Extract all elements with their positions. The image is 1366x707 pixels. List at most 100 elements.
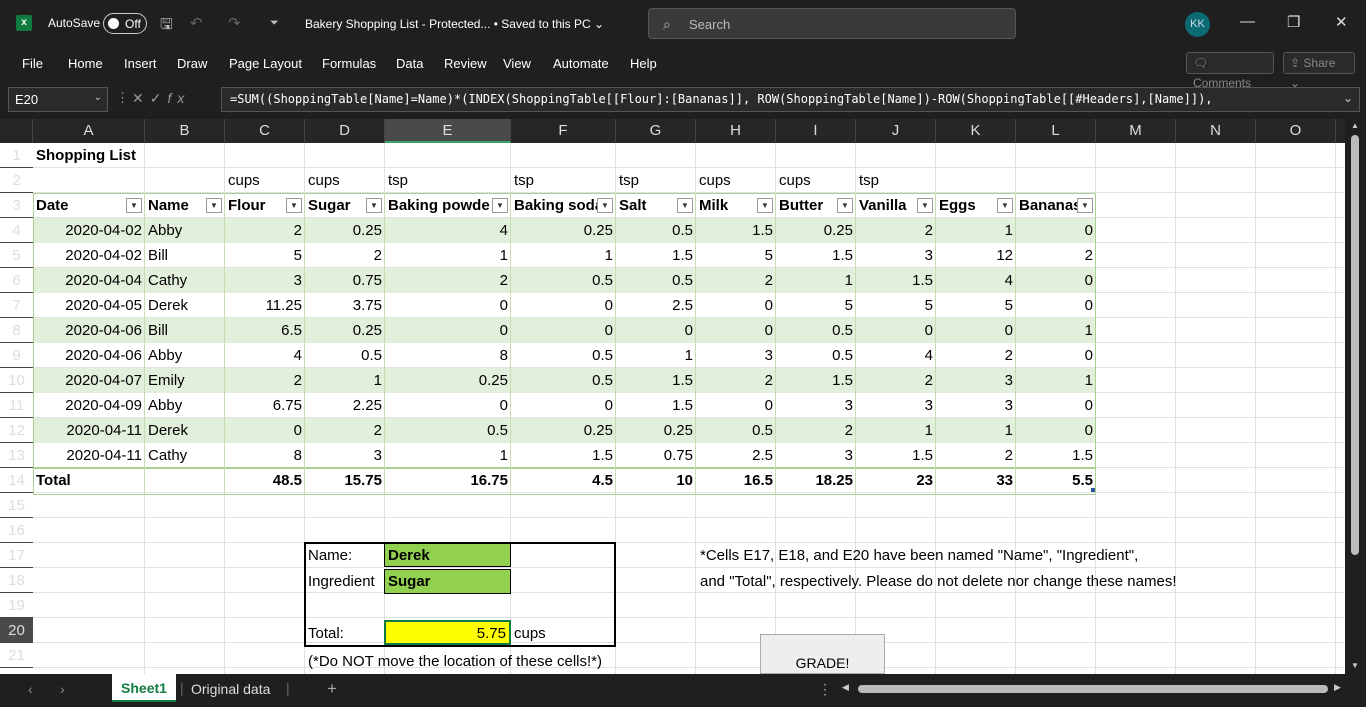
row-header-3[interactable]: 3 (0, 193, 33, 218)
table-cell[interactable]: 12 (936, 243, 1016, 268)
comments-button[interactable]: 🗨 Comments (1186, 52, 1274, 90)
table-cell[interactable]: 5 (856, 293, 936, 318)
scroll-right-icon[interactable]: ▶ (1334, 682, 1341, 693)
close-icon[interactable]: ✕ (1335, 13, 1348, 31)
table-cell[interactable]: 5 (936, 293, 1016, 318)
table-cell[interactable]: 2 (696, 268, 776, 293)
table-cell[interactable]: 3 (856, 243, 936, 268)
table-cell[interactable]: 0.25 (616, 418, 696, 443)
table-cell[interactable]: 0.5 (385, 418, 511, 443)
table-cell[interactable]: 1 (385, 243, 511, 268)
table-cell[interactable]: 2020-04-11 (33, 418, 145, 443)
table-cell[interactable]: 2020-04-02 (33, 218, 145, 243)
table-cell[interactable]: 3 (776, 443, 856, 468)
vertical-scrollbar[interactable]: ▲ ▼ (1345, 119, 1366, 674)
row-header-8[interactable]: 8 (0, 318, 33, 343)
table-cell[interactable]: 2.5 (616, 293, 696, 318)
table-cell[interactable]: 0.5 (696, 418, 776, 443)
table-cell[interactable]: 1 (511, 243, 616, 268)
table-cell[interactable]: 1.5 (511, 443, 616, 468)
table-cell[interactable]: 0.5 (305, 343, 385, 368)
col-header-g[interactable]: G (616, 119, 696, 143)
col-header-l[interactable]: L (1016, 119, 1096, 143)
name-box[interactable]: E20 ⌄ (8, 87, 108, 112)
add-sheet-icon[interactable]: + (327, 679, 337, 699)
tab-sheet1[interactable]: Sheet1 (112, 674, 176, 702)
total-cell[interactable]: 18.25 (776, 468, 856, 493)
document-title[interactable]: Bakery Shopping List - Protected... • Sa… (305, 17, 604, 31)
menu-file[interactable]: File (22, 56, 43, 71)
row-header-11[interactable]: 11 (0, 393, 33, 418)
col-header-f[interactable]: F (511, 119, 616, 143)
table-cell[interactable]: 2020-04-02 (33, 243, 145, 268)
table-cell[interactable]: 5 (776, 293, 856, 318)
avatar[interactable]: KK (1185, 12, 1210, 37)
filter-dropdown-icon[interactable]: ▼ (997, 198, 1013, 213)
table-cell[interactable]: 1.5 (856, 443, 936, 468)
scroll-up-icon[interactable]: ▲ (1351, 121, 1359, 130)
unit-label[interactable]: cups (776, 168, 856, 193)
col-header-c[interactable]: C (225, 119, 305, 143)
table-cell[interactable]: 3 (776, 393, 856, 418)
table-cell[interactable]: 1.5 (1016, 443, 1096, 468)
table-cell[interactable]: 2 (856, 368, 936, 393)
col-header-d[interactable]: D (305, 119, 385, 143)
unit-label[interactable]: tsp (511, 168, 616, 193)
table-cell[interactable]: 0.5 (616, 218, 696, 243)
table-cell[interactable]: 0 (385, 393, 511, 418)
table-cell[interactable]: Bill (145, 318, 225, 343)
row-header-4[interactable]: 4 (0, 218, 33, 243)
redo-icon[interactable]: ↷ (228, 14, 241, 32)
table-cell[interactable]: 2 (696, 368, 776, 393)
filter-dropdown-icon[interactable]: ▼ (677, 198, 693, 213)
table-cell[interactable]: 0.25 (511, 218, 616, 243)
table-cell[interactable]: 0 (1016, 393, 1096, 418)
table-cell[interactable]: 2020-04-06 (33, 318, 145, 343)
row-header-1[interactable]: 1 (0, 143, 33, 168)
vertical-scroll-thumb[interactable] (1351, 135, 1359, 555)
row-header-21[interactable]: 21 (0, 643, 33, 668)
table-cell[interactable]: 4 (856, 343, 936, 368)
unit-label[interactable]: cups (225, 168, 305, 193)
table-cell[interactable]: 2020-04-05 (33, 293, 145, 318)
table-cell[interactable]: 2 (225, 368, 305, 393)
grade-button[interactable]: GRADE! (760, 634, 885, 674)
unit-label[interactable]: tsp (856, 168, 936, 193)
customize-toolbar-icon[interactable]: ⏷ (270, 17, 279, 30)
table-cell[interactable]: 6.75 (225, 393, 305, 418)
table-cell[interactable]: 1.5 (696, 218, 776, 243)
table-cell[interactable]: 0 (696, 318, 776, 343)
table-cell[interactable]: 0 (1016, 293, 1096, 318)
col-header-j[interactable]: J (856, 119, 936, 143)
menu-help[interactable]: Help (630, 56, 657, 71)
table-cell[interactable]: 0.5 (616, 268, 696, 293)
table-cell[interactable]: 2020-04-06 (33, 343, 145, 368)
table-cell[interactable]: 3 (696, 343, 776, 368)
row-header-7[interactable]: 7 (0, 293, 33, 318)
table-cell[interactable]: 1 (1016, 368, 1096, 393)
table-cell[interactable]: 0.75 (305, 268, 385, 293)
table-cell[interactable]: 2020-04-09 (33, 393, 145, 418)
table-cell[interactable]: 0 (385, 318, 511, 343)
col-header-a[interactable]: A (33, 119, 145, 143)
table-cell[interactable]: 1.5 (616, 368, 696, 393)
horizontal-scroll-thumb[interactable] (858, 685, 1328, 693)
menu-page-layout[interactable]: Page Layout (229, 56, 302, 71)
table-cell[interactable]: 3 (936, 393, 1016, 418)
filter-dropdown-icon[interactable]: ▼ (286, 198, 302, 213)
table-cell[interactable]: 1.5 (616, 393, 696, 418)
table-cell[interactable]: 0.5 (776, 343, 856, 368)
filter-dropdown-icon[interactable]: ▼ (597, 198, 613, 213)
menu-automate[interactable]: Automate (553, 56, 609, 71)
table-cell[interactable]: 2 (936, 343, 1016, 368)
filter-dropdown-icon[interactable]: ▼ (126, 198, 142, 213)
row-header-10[interactable]: 10 (0, 368, 33, 393)
filter-dropdown-icon[interactable]: ▼ (492, 198, 508, 213)
table-cell[interactable]: 0.25 (511, 418, 616, 443)
total-cell[interactable]: 33 (936, 468, 1016, 493)
table-cell[interactable]: Derek (145, 418, 225, 443)
table-cell[interactable]: 0.5 (511, 343, 616, 368)
table-cell[interactable]: 0.75 (616, 443, 696, 468)
table-cell[interactable]: 0.25 (385, 368, 511, 393)
table-cell[interactable]: 11.25 (225, 293, 305, 318)
